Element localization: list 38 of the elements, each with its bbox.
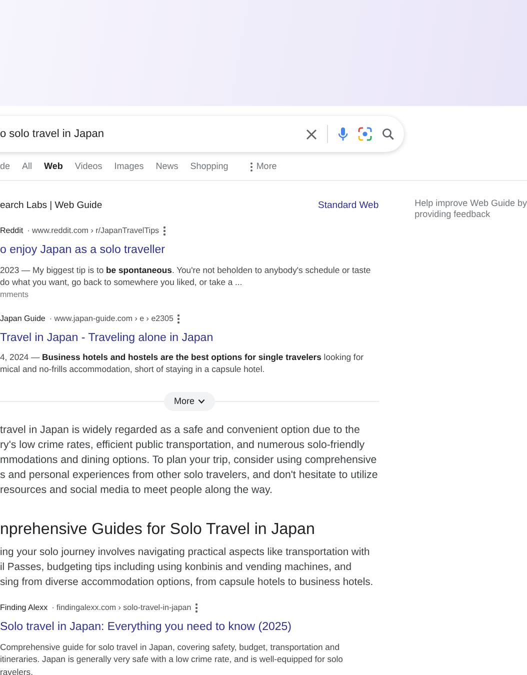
- more-options-icon[interactable]: [177, 314, 180, 324]
- result-url: · www.japan-guide.com › e › e2305: [49, 312, 174, 324]
- tab[interactable]: Videos: [68, 160, 108, 174]
- more-options-icon[interactable]: [163, 226, 166, 236]
- result-title-link[interactable]: Travel in Japan - Traveling alone in Japan: [0, 330, 379, 347]
- chevron-down-icon: [198, 399, 205, 404]
- more-options-icon: [250, 162, 254, 172]
- more-options-icon[interactable]: [195, 603, 198, 614]
- microphone-icon[interactable]: [338, 127, 348, 141]
- result-snippet: 2023 — My biggest tip is to be spontaneous. You're not beholden to anybody's schedule or taste do what you want, go back to somewhere you liked, or take a ...: [0, 264, 372, 288]
- tab[interactable]: de: [0, 160, 16, 174]
- guide-title: earch Labs | Web Guide: [0, 199, 102, 213]
- tab[interactable]: Images: [108, 160, 150, 174]
- site-name: Reddit: [0, 225, 24, 238]
- search-input[interactable]: o solo travel in Japan: [0, 126, 306, 142]
- clear-icon[interactable]: [306, 128, 317, 140]
- site-name: Japan Guide: [0, 312, 46, 324]
- tab[interactable]: News: [150, 160, 184, 174]
- tab[interactable]: All: [16, 160, 38, 174]
- search-icon[interactable]: [382, 128, 394, 140]
- section-paragraph: ing your solo journey involves navigating practical aspects like transportation with il Passes, budgeting tips including using konbinis and vending machines, and sing from diverse accommodation options, from capsule hotels to business hotels.: [0, 546, 374, 590]
- standard-web-link[interactable]: Standard Web: [318, 199, 379, 214]
- result-snippet: Comprehensive guide for solo travel in Japan, covering safety, budget, transportation and itineraries. Japan is generally very safe with a low crime rate, and is well-equipped for solo ravelers.: [0, 640, 344, 675]
- more-button[interactable]: More: [164, 392, 215, 412]
- result-title-link[interactable]: Solo travel in Japan: Everything you need to know (2025): [0, 619, 379, 636]
- result-url: · findingalexx.com › solo-travel-in-japan: [52, 602, 192, 614]
- result-snippet: 4, 2024 — Business hotels and hostels are the best options for single travelers looking for mical and no-frills accommodation, short of staying in a capsule hotel.: [0, 350, 364, 376]
- section-heading: nprehensive Guides for Solo Travel in Japan: [0, 520, 316, 540]
- result-url: · www.reddit.com › r/JapanTravelTips: [27, 225, 160, 238]
- site-name: Finding Alexx: [0, 602, 48, 614]
- result-title-link[interactable]: o enjoy Japan as a solo traveller: [0, 242, 379, 260]
- summary-paragraph: travel in Japan is widely regarded as a safe and convenient option due to the ry's low crime rates, efficient public transportation, and numerous solo-friendly mmodations and dining options. To plan your trip, consider using comprehensive s and personal experiences from other solo travelers, and don't hesitate to utilize resources and social media to meet people along the way.: [0, 423, 379, 498]
- feedback-link[interactable]: Help improve Web Guide by providing feedback: [414, 181, 527, 675]
- tab[interactable]: Web: [38, 160, 69, 174]
- comments-count: mments: [0, 288, 30, 300]
- camera-icon[interactable]: [358, 127, 372, 141]
- tab[interactable]: Shopping: [184, 160, 234, 174]
- tab[interactable]: More: [244, 160, 283, 174]
